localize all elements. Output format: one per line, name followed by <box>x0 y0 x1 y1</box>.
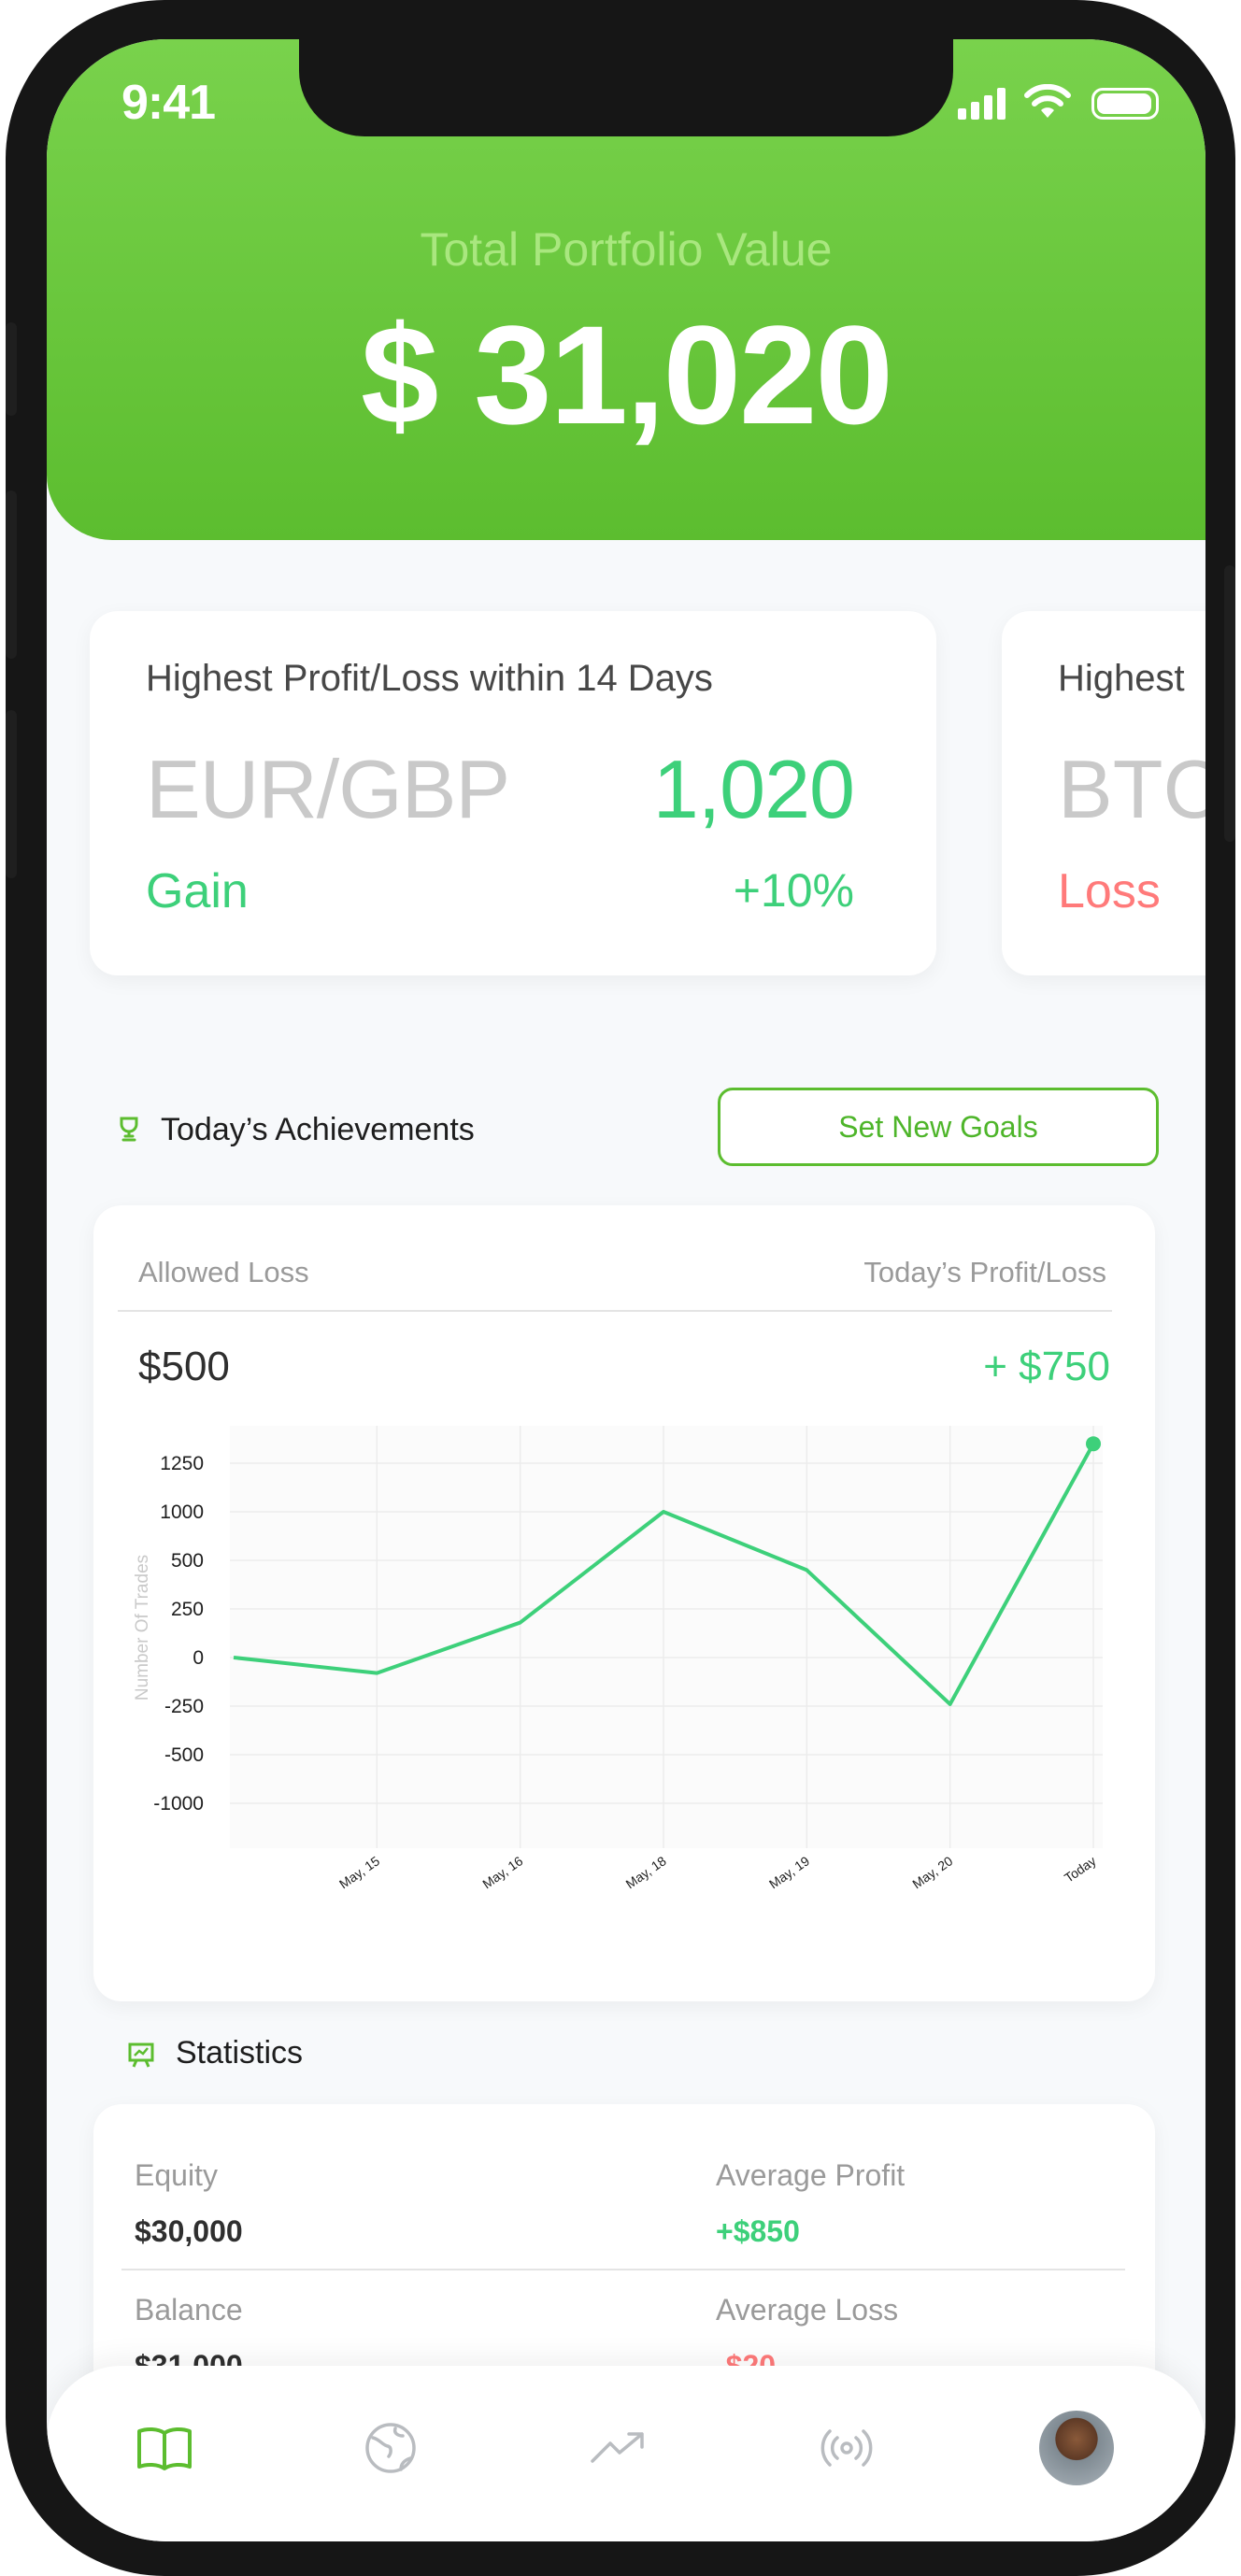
wifi-icon <box>1024 84 1071 118</box>
balance-label: Balance <box>135 2293 243 2327</box>
achievements-card: Allowed Loss Today’s Profit/Loss $500 + … <box>93 1205 1155 2001</box>
chart-x-tick-label: May, 20 <box>909 1853 955 1891</box>
chart-y-axis-label: Number Of Trades <box>133 1555 152 1701</box>
phone-frame: 9:41 Total Portfolio Value $ 31,020 High… <box>6 0 1235 2576</box>
chart-plot-area <box>230 1426 1103 1848</box>
profit-loss-label: Today’s Profit/Loss <box>863 1256 1106 1288</box>
average-loss-label: Average Loss <box>716 2293 899 2327</box>
chart-y-tick-label: 1000 <box>160 1501 204 1523</box>
trending-up-icon <box>591 2432 644 2463</box>
trades-line-chart: 1250 1000 500 250 0 -250 -500 -1000 Number Of Tr… <box>133 1426 1103 1891</box>
battery-icon <box>1091 88 1159 120</box>
chart-y-tick-label: -250 <box>164 1696 204 1717</box>
statistics-title: Statistics <box>176 2035 304 2071</box>
profit-loss-title-2: Highest <box>1058 658 1185 699</box>
chart-x-tick-label: May, 15 <box>336 1853 382 1891</box>
chart-y-tick-label: 500 <box>171 1550 204 1572</box>
average-profit-value: +$850 <box>716 2214 800 2248</box>
notch <box>299 39 953 136</box>
portfolio-value: $ 31,020 <box>361 296 893 453</box>
presentation-chart-icon <box>128 2042 154 2068</box>
chart-y-tick-label: 1250 <box>160 1453 204 1474</box>
power-button <box>1224 565 1235 842</box>
set-new-goals-button[interactable]: Set New Goals <box>718 1088 1159 1166</box>
book-icon <box>137 2427 192 2470</box>
chart-x-tick-label: May, 19 <box>766 1853 812 1891</box>
globe-icon <box>365 2423 416 2473</box>
currency-pair-2: BTC <box>1058 743 1205 835</box>
profit-loss-value-today: + $750 <box>983 1344 1110 1389</box>
chart-x-tick-label: May, 16 <box>479 1853 525 1891</box>
app-screen: 9:41 Total Portfolio Value $ 31,020 High… <box>47 39 1205 2541</box>
signal-icon <box>958 88 1006 120</box>
chart-y-tick-label: -500 <box>164 1744 204 1766</box>
profit-loss-card-2[interactable]: Highest BTC Loss <box>1002 611 1205 975</box>
equity-label: Equity <box>135 2158 218 2192</box>
statistics-divider <box>121 2269 1125 2270</box>
chart-x-tick-label: Today <box>1062 1853 1099 1886</box>
currency-pair: EUR/GBP <box>146 743 510 835</box>
status-time: 9:41 <box>121 76 216 130</box>
change-percent: +10% <box>733 864 854 917</box>
allowed-loss-value: $500 <box>138 1344 230 1389</box>
nav-journal[interactable] <box>127 2411 202 2485</box>
profile-avatar[interactable] <box>1039 2411 1114 2485</box>
average-profit-label: Average Profit <box>716 2158 906 2192</box>
equity-value: $30,000 <box>135 2214 243 2248</box>
profit-loss-title: Highest Profit/Loss within 14 Days <box>146 658 713 699</box>
profit-loss-card[interactable]: Highest Profit/Loss within 14 Days EUR/G… <box>90 611 936 975</box>
volume-down-button <box>6 710 17 878</box>
allowed-loss-label: Allowed Loss <box>138 1256 309 1288</box>
volume-up-button <box>6 491 17 659</box>
chart-x-tick-label: May, 18 <box>623 1853 669 1891</box>
gain-label: Gain <box>146 864 249 918</box>
chart-y-tick-label: 0 <box>193 1647 204 1669</box>
trophy-icon <box>120 1117 138 1142</box>
chart-y-tick-label: -1000 <box>153 1793 204 1815</box>
broadcast-icon <box>820 2429 873 2467</box>
bottom-navigation <box>47 2366 1205 2541</box>
divider <box>118 1310 1112 1312</box>
nav-markets[interactable] <box>353 2411 428 2485</box>
nav-signals[interactable] <box>809 2411 884 2485</box>
nav-trends[interactable] <box>581 2411 656 2485</box>
chart-y-tick-label: 250 <box>171 1599 204 1620</box>
portfolio-label: Total Portfolio Value <box>420 223 833 276</box>
profit-loss-value: 1,020 <box>652 743 855 835</box>
achievements-title: Today’s Achievements <box>161 1112 475 1147</box>
mute-switch <box>6 322 17 416</box>
chart-data-point <box>1086 1436 1101 1452</box>
loss-label: Loss <box>1058 864 1161 918</box>
